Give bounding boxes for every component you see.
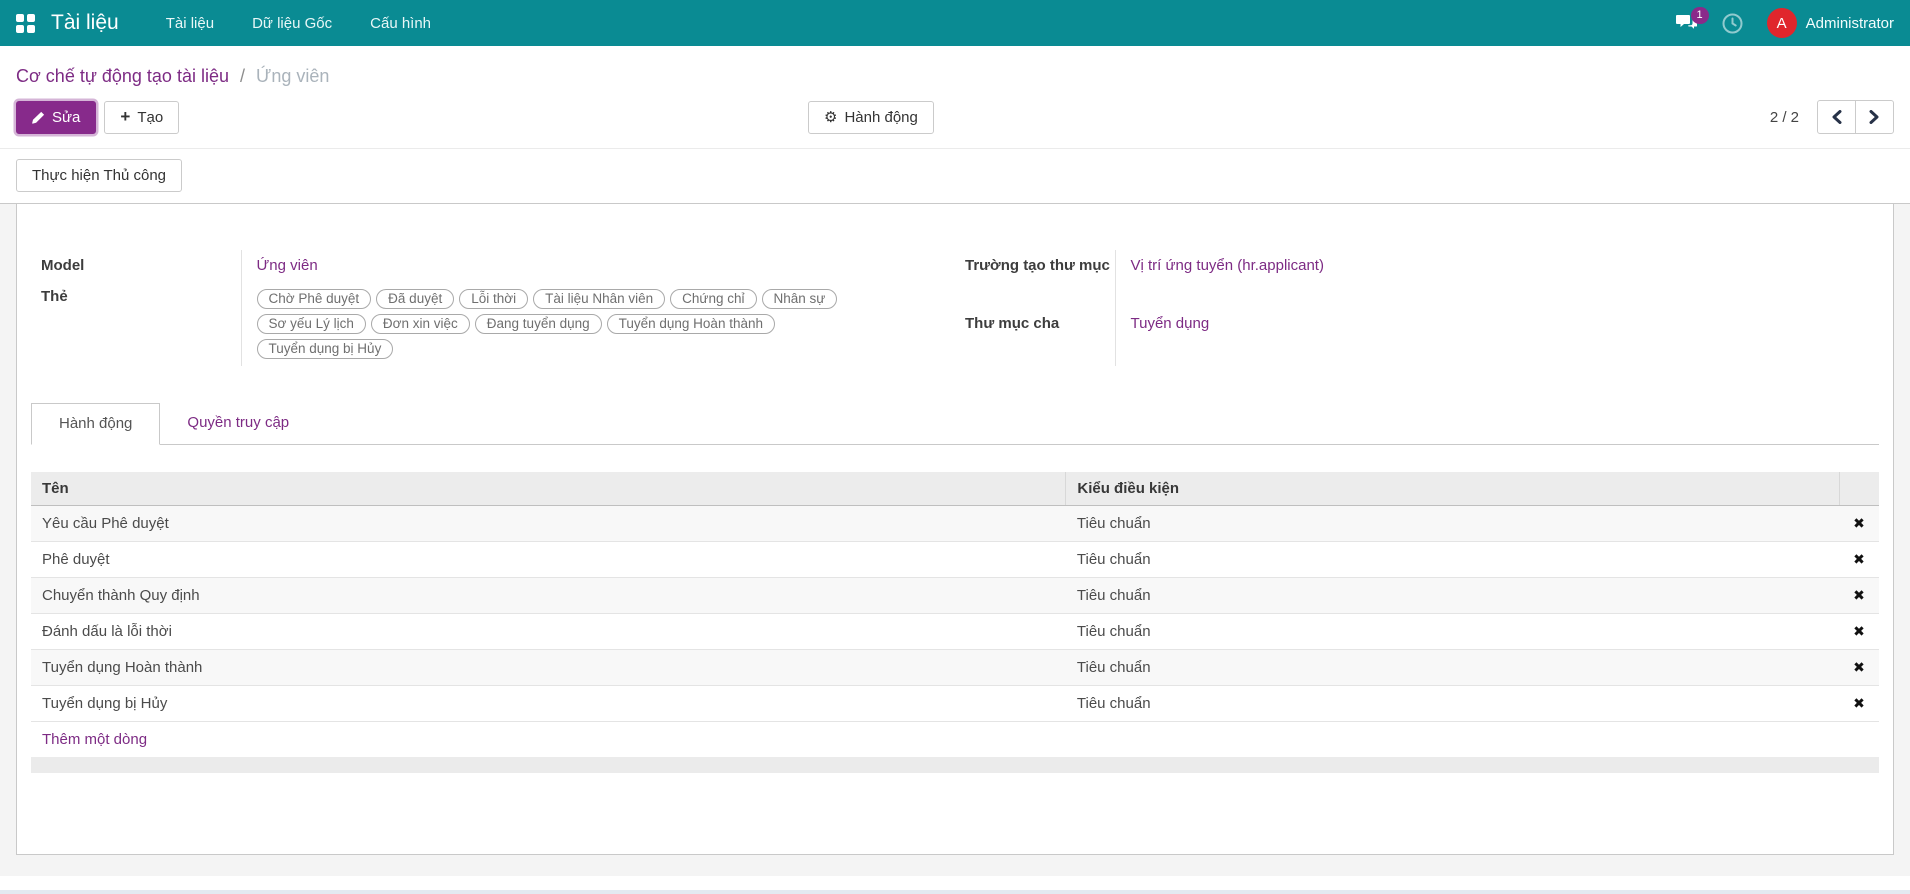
field-group-left: Model Ứng viên Thẻ Chờ Phê duyệt Đã duyệ…	[31, 250, 955, 366]
tag-pill[interactable]: Đơn xin việc	[370, 314, 470, 334]
pencil-icon	[32, 111, 45, 124]
chevron-left-icon	[1831, 110, 1842, 124]
apps-grid-icon[interactable]	[16, 13, 35, 33]
create-button[interactable]: + Tạo	[104, 100, 180, 134]
column-header-name[interactable]: Tên	[31, 472, 1067, 506]
tag-pill[interactable]: Sơ yếu Lý lịch	[256, 314, 366, 334]
delete-row-icon[interactable]: ✖	[1853, 661, 1865, 675]
table-row[interactable]: Yêu cầu Phê duyệt Tiêu chuẩn ✖	[31, 505, 1879, 542]
row-condition-cell[interactable]: Tiêu chuẩn	[1065, 649, 1839, 686]
delete-row-icon[interactable]: ✖	[1853, 625, 1865, 639]
table-row[interactable]: Đánh dấu là lỗi thời Tiêu chuẩn ✖	[31, 613, 1879, 650]
form-sheet: Model Ứng viên Thẻ Chờ Phê duyệt Đã duyệ…	[16, 204, 1894, 855]
folder-field-value[interactable]: Vị trí ứng tuyển (hr.applicant)	[1131, 257, 1324, 274]
row-condition-cell[interactable]: Tiêu chuẩn	[1066, 506, 1839, 542]
column-header-condition[interactable]: Kiểu điều kiện	[1065, 472, 1840, 506]
tags-field-label: Thẻ	[41, 288, 68, 305]
form-statusbar: Thực hiện Thủ công	[0, 148, 1910, 204]
delete-row-icon[interactable]: ✖	[1853, 517, 1865, 531]
row-name-cell[interactable]: Tuyển dụng Hoàn thành	[31, 649, 1066, 686]
menu-du-lieu-goc[interactable]: Dữ liệu Gốc	[235, 2, 349, 45]
messages-count-badge: 1	[1690, 6, 1709, 24]
tag-pill[interactable]: Chờ Phê duyệt	[256, 289, 372, 309]
actions-table: Tên Kiểu điều kiện Yêu cầu Phê duyệt Tiê…	[31, 472, 1879, 757]
row-name-cell[interactable]: Chuyển thành Quy định	[31, 577, 1066, 614]
chevron-right-icon	[1869, 110, 1880, 124]
tag-pill[interactable]: Đang tuyển dụng	[474, 314, 602, 334]
model-field-value[interactable]: Ứng viên	[257, 257, 318, 274]
parent-folder-label: Thư mục cha	[965, 315, 1060, 332]
field-group-right: Trường tạo thư mục Vị trí ứng tuyển (hr.…	[955, 250, 1879, 366]
table-row[interactable]: Tuyển dụng Hoàn thành Tiêu chuẩn ✖	[31, 649, 1879, 686]
table-footer-strip	[31, 757, 1879, 773]
bottom-strip	[0, 890, 1910, 894]
pager-next-button[interactable]	[1855, 100, 1894, 134]
add-line-link[interactable]: Thêm một dòng	[42, 731, 147, 748]
table-row[interactable]: Chuyển thành Quy định Tiêu chuẩn ✖	[31, 577, 1879, 614]
pager-previous-button[interactable]	[1817, 100, 1856, 134]
notebook-tabs: Hành động Quyền truy cập	[31, 403, 1879, 445]
manual-run-button[interactable]: Thực hiện Thủ công	[16, 159, 183, 192]
main-menu: Tài liệu Dữ liệu Gốc Cấu hình	[149, 2, 448, 45]
activities-clock-icon[interactable]	[1722, 13, 1743, 34]
model-field-label: Model	[41, 257, 85, 274]
breadcrumb-current: Ứng viên	[256, 66, 330, 86]
user-menu[interactable]: A Administrator	[1766, 8, 1894, 38]
user-avatar: A	[1766, 8, 1797, 38]
pager: 2 / 2	[1770, 100, 1894, 134]
tag-pill[interactable]: Chứng chỉ	[670, 289, 757, 309]
tag-pill[interactable]: Đã duyệt	[376, 289, 455, 309]
app-brand-title[interactable]: Tài liệu	[51, 11, 119, 35]
tag-pill[interactable]: Tuyển dụng bị Hủy	[256, 339, 394, 359]
tab-hanh-dong[interactable]: Hành động	[31, 403, 161, 445]
control-panel: Sửa + Tạo ⚙ Hành động 2 / 2	[0, 91, 1910, 148]
parent-folder-value[interactable]: Tuyển dụng	[1131, 315, 1210, 332]
folder-field-label: Trường tạo thư mục	[965, 257, 1110, 274]
edit-button[interactable]: Sửa	[16, 100, 97, 134]
row-name-cell[interactable]: Tuyển dụng bị Hủy	[31, 685, 1066, 722]
row-condition-cell[interactable]: Tiêu chuẩn	[1065, 613, 1839, 650]
user-name: Administrator	[1805, 14, 1894, 32]
delete-row-icon[interactable]: ✖	[1853, 553, 1865, 567]
tag-pill[interactable]: Tuyển dụng Hoàn thành	[606, 314, 775, 334]
actions-table-body: Yêu cầu Phê duyệt Tiêu chuẩn ✖ Phê duyệt…	[31, 505, 1879, 757]
top-navbar: Tài liệu Tài liệu Dữ liệu Gốc Cấu hình 1…	[0, 0, 1910, 46]
tags-list: Chờ Phê duyệt Đã duyệt Lỗi thời Tài liệu…	[256, 288, 842, 359]
table-row[interactable]: Tuyển dụng bị Hủy Tiêu chuẩn ✖	[31, 685, 1879, 722]
sheet-background: Model Ứng viên Thẻ Chờ Phê duyệt Đã duyệ…	[0, 204, 1910, 894]
tag-pill[interactable]: Nhân sự	[761, 289, 838, 309]
row-name-cell[interactable]: Phê duyệt	[31, 541, 1066, 578]
row-condition-cell[interactable]: Tiêu chuẩn	[1065, 541, 1839, 578]
row-condition-cell[interactable]: Tiêu chuẩn	[1065, 685, 1839, 722]
menu-cau-hinh[interactable]: Cấu hình	[353, 2, 448, 45]
menu-tai-lieu[interactable]: Tài liệu	[149, 2, 231, 45]
breadcrumb-separator: /	[240, 66, 246, 86]
breadcrumb-parent-link[interactable]: Cơ chế tự động tạo tài liệu	[16, 66, 229, 86]
table-row[interactable]: Phê duyệt Tiêu chuẩn ✖	[31, 541, 1879, 578]
tab-quyen-truy-cap[interactable]: Quyền truy cập	[160, 403, 316, 445]
row-name-cell[interactable]: Đánh dấu là lỗi thời	[31, 613, 1066, 650]
delete-row-icon[interactable]: ✖	[1853, 589, 1865, 603]
pager-count: 2 / 2	[1769, 108, 1799, 126]
tag-pill[interactable]: Tài liệu Nhân viên	[533, 289, 666, 309]
delete-row-icon[interactable]: ✖	[1853, 697, 1865, 711]
row-condition-cell[interactable]: Tiêu chuẩn	[1065, 577, 1839, 614]
breadcrumb: Cơ chế tự động tạo tài liệu / Ứng viên	[0, 46, 1910, 91]
tag-pill[interactable]: Lỗi thời	[459, 289, 529, 309]
row-name-cell[interactable]: Yêu cầu Phê duyệt	[31, 506, 1066, 542]
messages-button[interactable]: 1	[1675, 6, 1709, 33]
column-header-delete	[1839, 472, 1879, 506]
action-button[interactable]: ⚙ Hành động	[808, 100, 934, 134]
